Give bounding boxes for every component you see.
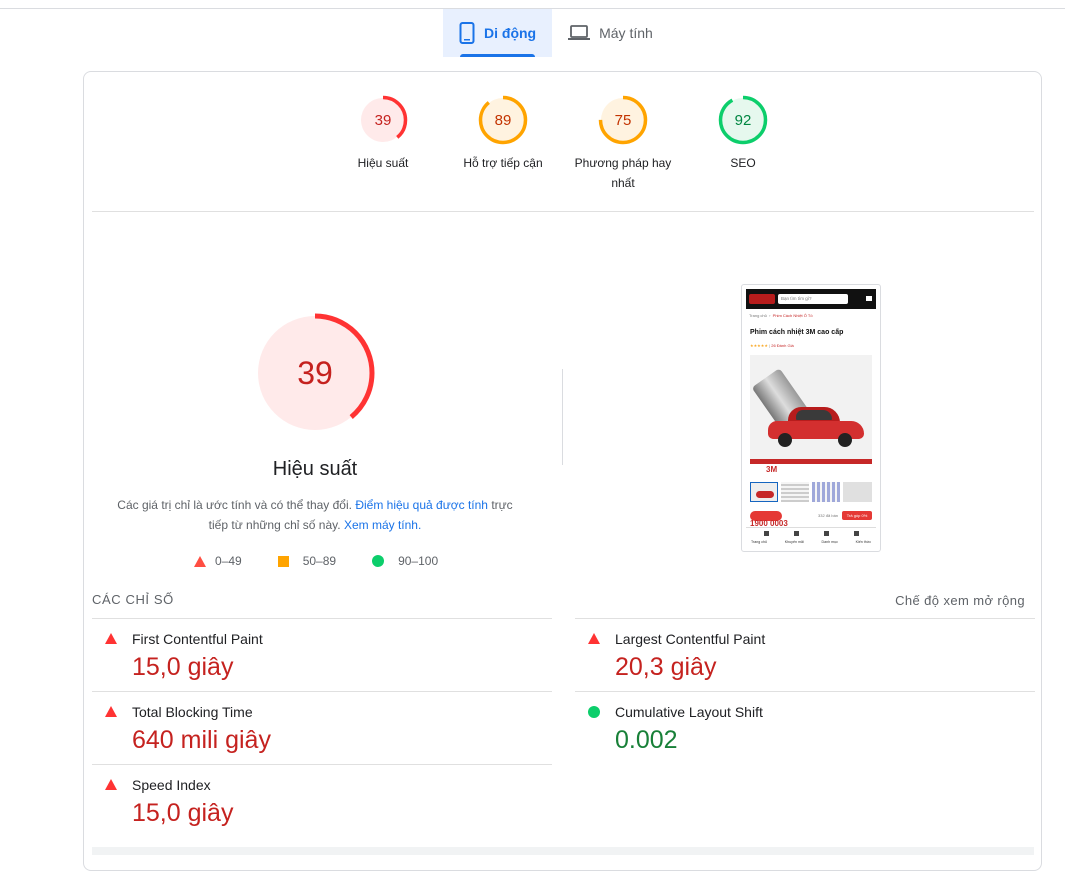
gauge-performance-score: 39 <box>375 112 392 129</box>
tab-mobile[interactable]: Di động <box>443 9 553 57</box>
gauge-accessibility-label: Hỗ trợ tiếp cận <box>463 156 543 170</box>
fail-triangle-icon <box>105 706 117 717</box>
gauge-seo-score: 92 <box>735 112 752 129</box>
fail-triangle-icon <box>588 633 600 644</box>
score-legend: 0–49 50–89 90–100 <box>194 554 438 568</box>
fail-triangle-icon <box>105 779 117 790</box>
gauge-best-practices[interactable]: 75 Phương pháp hay nhất <box>568 95 678 193</box>
category-gauges: 39 Hiệu suất 89 Hỗ trợ tiếp cận 75 Phươn… <box>84 72 1041 212</box>
expand-view-toggle[interactable]: Chế độ xem mở rộng <box>895 593 1025 608</box>
device-tabs: Di động Máy tính <box>443 9 669 57</box>
bottom-strip <box>92 847 1034 855</box>
tab-mobile-label: Di động <box>484 25 537 41</box>
screenshot-price-row: 1900 0003 332 đã bán Trả góp 0% <box>750 511 872 528</box>
screenshot-header: Bạn tìm tìm gì? <box>746 289 876 309</box>
screenshot-thumbnails <box>750 482 872 502</box>
screenshot-breadcrumb: Trang chủ › Phim Cách Nhiệt Ô Tô <box>749 313 813 318</box>
laptop-icon <box>568 25 591 40</box>
metric-cls: Cumulative Layout Shift 0.002 <box>575 691 1035 764</box>
metric-si-name: Speed Index <box>132 777 211 793</box>
gauge-seo[interactable]: 92 SEO <box>688 95 798 173</box>
gauge-best-practices-score: 75 <box>615 112 632 129</box>
metric-lcp-name: Largest Contentful Paint <box>615 631 766 647</box>
legend-average: 50–89 <box>277 554 336 568</box>
metric-lcp: Largest Contentful Paint 20,3 giây <box>575 618 1035 691</box>
calculated-score-link[interactable]: Điểm hiệu quả được tính <box>355 498 488 512</box>
report-card: 39 Hiệu suất 89 Hỗ trợ tiếp cận 75 Phươn… <box>83 71 1042 871</box>
metric-lcp-value: 20,3 giây <box>615 653 717 681</box>
metric-cls-value: 0.002 <box>615 726 678 754</box>
performance-title: Hiệu suất <box>272 458 358 480</box>
circle-icon <box>372 555 385 567</box>
see-calculator-link[interactable]: Xem máy tính. <box>344 518 421 532</box>
performance-big-score: 39 <box>297 355 333 391</box>
metric-tbt: Total Blocking Time 640 mili giây <box>92 691 552 764</box>
metric-tbt-value: 640 mili giây <box>132 726 271 754</box>
performance-description: Các giá trị chỉ là ước tính và có thể th… <box>117 498 513 532</box>
metrics-heading: CÁC CHỈ SỐ <box>92 592 174 607</box>
metric-si-value: 15,0 giây <box>132 799 234 827</box>
pass-circle-icon <box>588 706 600 718</box>
triangle-icon <box>194 555 206 567</box>
screenshot-search-box: Bạn tìm tìm gì? <box>778 294 848 304</box>
metric-fcp-name: First Contentful Paint <box>132 631 263 647</box>
gauge-accessibility-score: 89 <box>495 112 512 129</box>
screenshot-logo <box>749 294 775 304</box>
gauge-performance-label: Hiệu suất <box>357 156 409 170</box>
gauge-accessibility[interactable]: 89 Hỗ trợ tiếp cận <box>448 95 558 173</box>
metric-fcp: First Contentful Paint 15,0 giây <box>92 618 552 691</box>
screenshot-product-image: 3M <box>750 355 872 477</box>
page-screenshot[interactable]: Bạn tìm tìm gì? Trang chủ › Phim Cách Nh… <box>741 284 881 552</box>
vertical-divider <box>562 369 563 465</box>
screenshot-car <box>768 407 864 447</box>
screenshot-cart-icon <box>866 296 872 301</box>
fail-triangle-icon <box>105 633 117 644</box>
tab-desktop-label: Máy tính <box>599 25 653 41</box>
screenshot-bottom-nav: Trang chủ Khuyến mãi Danh mục Kiến thức <box>746 527 876 548</box>
metric-cls-name: Cumulative Layout Shift <box>615 704 763 720</box>
legend-fail: 0–49 <box>194 554 242 568</box>
metric-si: Speed Index 15,0 giây <box>92 764 552 837</box>
legend-pass: 90–100 <box>372 554 438 568</box>
screenshot-brand-strip: 3M <box>750 459 872 477</box>
gauge-performance[interactable]: 39 Hiệu suất <box>328 95 438 173</box>
gauge-best-practices-label: Phương pháp hay nhất <box>574 156 672 190</box>
active-tab-indicator <box>460 54 536 57</box>
gauges-divider <box>92 211 1034 212</box>
metric-tbt-name: Total Blocking Time <box>132 704 253 720</box>
screenshot-product-title: Phim cách nhiệt 3M cao cấp <box>750 329 844 336</box>
screenshot-rating: ★★★★★ | 26 Đánh Giá <box>750 343 794 348</box>
performance-big-gauge: 39 <box>254 312 376 434</box>
metric-fcp-value: 15,0 giây <box>132 653 234 681</box>
smartphone-icon <box>459 22 475 44</box>
gauge-seo-label: SEO <box>730 156 756 170</box>
square-icon <box>277 555 289 567</box>
tab-desktop[interactable]: Máy tính <box>552 9 669 57</box>
